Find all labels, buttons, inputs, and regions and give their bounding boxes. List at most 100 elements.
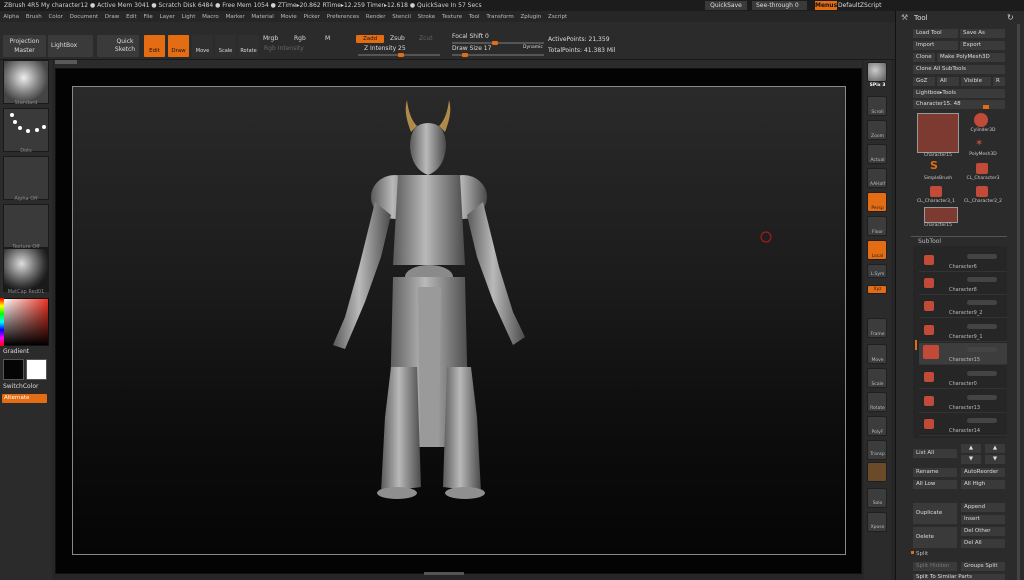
load-tool-button[interactable]: Load Tool	[913, 29, 958, 38]
all-button[interactable]: All	[937, 77, 959, 86]
edit-button[interactable]: Edit	[144, 35, 165, 57]
menus-button[interactable]: Menus	[815, 1, 837, 10]
menu-draw[interactable]: Draw	[102, 14, 123, 20]
alternate-button[interactable]: Alternate	[2, 394, 47, 403]
import-button[interactable]: Import	[913, 41, 958, 50]
make-polymesh-button[interactable]: Make PolyMesh3D	[937, 53, 1005, 62]
focal-shift-slider[interactable]: Focal Shift 0	[452, 33, 489, 40]
move-button[interactable]: Move	[192, 35, 213, 57]
bpr-button[interactable]	[867, 62, 887, 82]
clone-button[interactable]: Clone	[913, 53, 935, 62]
subtool-item-selected[interactable]: Character15	[919, 343, 1007, 365]
all-low-button[interactable]: All Low	[913, 480, 957, 489]
zcut-toggle[interactable]: Zcut	[419, 35, 433, 42]
tool-palette-scrollbar[interactable]	[1017, 24, 1020, 580]
move-up-icon[interactable]: ▲	[961, 444, 981, 453]
menu-stencil[interactable]: Stencil	[389, 14, 414, 20]
menu-color[interactable]: Color	[45, 14, 66, 20]
color-picker[interactable]	[2, 298, 49, 346]
cl-character3-1-icon[interactable]	[930, 186, 942, 197]
menu-render[interactable]: Render	[362, 14, 388, 20]
secondary-color-swatch[interactable]	[26, 359, 47, 380]
menu-tool[interactable]: Tool	[465, 14, 482, 20]
focal-shift-track[interactable]	[452, 41, 544, 45]
zsub-toggle[interactable]: Zsub	[390, 35, 405, 42]
z-intensity-track[interactable]	[358, 53, 440, 57]
draw-size-slider[interactable]: Draw Size 17	[452, 45, 491, 52]
menu-brush[interactable]: Brush	[22, 14, 45, 20]
tool-thumb-character15-small[interactable]	[924, 207, 958, 223]
menu-macro[interactable]: Macro	[199, 14, 222, 20]
cl-character2-2-icon[interactable]	[976, 186, 988, 197]
dynamic-toggle[interactable]: Dynamic	[523, 45, 543, 50]
rename-button[interactable]: Rename	[913, 468, 957, 477]
see-through-slider[interactable]: See-through 0	[752, 1, 807, 10]
projection-master-button[interactable]: Projection Master	[3, 35, 46, 57]
split-section-title[interactable]: Split	[916, 551, 928, 557]
subtool-item[interactable]: Character6	[919, 250, 1007, 272]
export-button[interactable]: Export	[960, 41, 1005, 50]
subtool-item[interactable]: Character9_1	[919, 320, 1007, 342]
mrgb-toggle[interactable]: Mrgb	[263, 35, 278, 42]
document-scrollbar[interactable]	[55, 60, 77, 64]
move-bottom-icon[interactable]: ▼	[985, 455, 1005, 464]
quick-sketch-button[interactable]: Quick Sketch	[97, 35, 139, 57]
lightbox-tools-button[interactable]: Lightbox▸Tools	[913, 89, 1005, 98]
autoreorder-button[interactable]: AutoReorder	[961, 468, 1005, 477]
menu-stroke[interactable]: Stroke	[414, 14, 438, 20]
menu-file[interactable]: File	[140, 14, 156, 20]
menu-document[interactable]: Document	[66, 14, 101, 20]
default-zscript-button[interactable]: DefaultZScript	[838, 1, 886, 10]
del-all-button[interactable]: Del All	[961, 539, 1005, 548]
quicksave-button[interactable]: QuickSave	[705, 1, 747, 10]
subtool-item[interactable]: Character9_2	[919, 296, 1007, 318]
insert-button[interactable]: Insert	[961, 515, 1005, 524]
document-canvas[interactable]	[72, 86, 846, 555]
duplicate-button[interactable]: Duplicate	[913, 503, 957, 524]
append-button[interactable]: Append	[961, 503, 1005, 512]
clone-all-subtools-button[interactable]: Clone All SubTools	[913, 65, 1005, 74]
current-tool-slider[interactable]: Character15. 48	[913, 100, 1005, 109]
canvas-viewport[interactable]	[55, 68, 862, 575]
m-toggle[interactable]: M	[325, 35, 330, 42]
subtool-scroll-indicator[interactable]	[915, 340, 917, 350]
scale-button[interactable]: Scale	[215, 35, 236, 57]
texture-thumbnail[interactable]	[3, 204, 49, 248]
subtool-item[interactable]: Character13	[919, 391, 1007, 413]
move-down-icon[interactable]: ▼	[961, 455, 981, 464]
simplebrush-icon[interactable]: S	[930, 159, 938, 172]
menu-movie[interactable]: Movie	[277, 14, 300, 20]
horizontal-scroll-handle[interactable]	[424, 572, 464, 575]
material-thumbnail[interactable]	[3, 248, 49, 292]
menu-zplugin[interactable]: Zplugin	[517, 14, 545, 20]
menu-texture[interactable]: Texture	[439, 14, 466, 20]
delete-button[interactable]: Delete	[913, 527, 957, 548]
z-intensity-slider[interactable]: Z Intensity 25	[364, 45, 406, 52]
rgb-intensity-slider[interactable]: Rgb Intensity	[264, 45, 304, 52]
del-other-button[interactable]: Del Other	[961, 527, 1005, 536]
character-model[interactable]	[73, 87, 847, 556]
menu-light[interactable]: Light	[178, 14, 199, 20]
goz-button[interactable]: GoZ	[913, 77, 935, 86]
alpha-thumbnail[interactable]	[3, 156, 49, 200]
menu-picker[interactable]: Picker	[300, 14, 323, 20]
cl-character3-icon[interactable]	[976, 163, 988, 174]
menu-transform[interactable]: Transform	[483, 14, 517, 20]
menu-material[interactable]: Material	[248, 14, 277, 20]
rotate-button[interactable]: Rotate	[238, 35, 259, 57]
save-as-button[interactable]: Save As	[960, 29, 1005, 38]
current-tool-slider-handle[interactable]	[983, 105, 989, 109]
hue-strip[interactable]	[0, 298, 4, 346]
zadd-toggle[interactable]: Zadd	[356, 35, 384, 43]
menu-layer[interactable]: Layer	[156, 14, 178, 20]
refresh-icon[interactable]: ↻	[1007, 13, 1014, 22]
split-hidden-button[interactable]: Split Hidden	[913, 562, 957, 571]
brush-thumbnail[interactable]	[3, 60, 49, 104]
rgb-toggle[interactable]: Rgb	[294, 35, 306, 42]
all-high-button[interactable]: All High	[961, 480, 1005, 489]
menu-alpha[interactable]: Alpha	[0, 14, 22, 20]
r-button[interactable]: R	[993, 77, 1005, 86]
split-similar-button[interactable]: Split To Similar Parts	[913, 574, 1005, 580]
menu-edit[interactable]: Edit	[123, 14, 140, 20]
list-all-button[interactable]: List All	[913, 449, 957, 458]
